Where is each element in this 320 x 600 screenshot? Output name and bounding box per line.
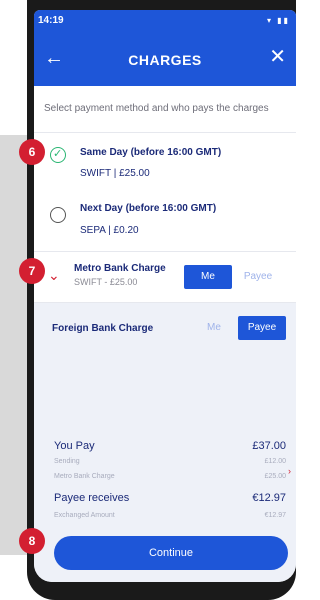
status-bar: 14:19 ▾ ▮▮ (34, 10, 296, 34)
side-indicator-icon: › (288, 466, 291, 476)
annotation-badge-6: 6 (19, 139, 45, 165)
metro-bank-charge-row: ⌄ Metro Bank Charge SWIFT - £25.00 Me Pa… (34, 252, 296, 303)
method-subtitle: SEPA | £0.20 (80, 225, 139, 236)
method-title: Same Day (before 16:00 GMT) (80, 147, 222, 158)
payment-method-list: Same Day (before 16:00 GMT) SWIFT | £25.… (34, 133, 296, 252)
charge-title: Foreign Bank Charge (52, 323, 154, 334)
phone-screen: 14:19 ▾ ▮▮ ← CHARGES ✕ Select payment me… (34, 10, 296, 582)
metro-charge-label: Metro Bank Charge (54, 473, 115, 480)
method-subtitle: SWIFT | £25.00 (80, 168, 150, 179)
you-pay-label: You Pay (54, 440, 95, 452)
chevron-down-icon[interactable]: ⌄ (48, 267, 60, 284)
exchanged-amount-label: Exchanged Amount (54, 512, 115, 519)
payee-toggle-button[interactable]: Payee (234, 265, 282, 289)
app-bar: ← CHARGES ✕ (34, 34, 296, 86)
status-time: 14:19 (38, 15, 64, 26)
payee-receives-value: €12.97 (252, 492, 286, 504)
sending-label: Sending (54, 458, 80, 465)
annotation-badge-8: 8 (19, 528, 45, 554)
annotation-badge-7: 7 (19, 258, 45, 284)
metro-charge-value: £25.00 (264, 473, 286, 480)
method-title: Next Day (before 16:00 GMT) (80, 203, 217, 214)
continue-button[interactable]: Continue (54, 536, 288, 570)
close-icon[interactable]: ✕ (269, 47, 286, 67)
exchanged-amount-value: €12.97 (264, 512, 286, 519)
instruction-text: Select payment method and who pays the c… (44, 103, 269, 114)
status-icons: ▾ ▮▮ (266, 16, 290, 25)
charge-title: Metro Bank Charge (74, 263, 166, 274)
you-pay-value: £37.00 (252, 440, 286, 452)
payee-toggle-button[interactable]: Payee (238, 316, 286, 340)
instruction-bar: Select payment method and who pays the c… (34, 86, 296, 133)
foreign-bank-charge-row: Foreign Bank Charge Me Payee (34, 303, 296, 353)
radio-unchecked-icon[interactable] (50, 207, 66, 223)
radio-checked-icon[interactable] (50, 147, 66, 163)
sending-value: £12.00 (264, 458, 286, 465)
charge-subtitle: SWIFT - £25.00 (74, 277, 138, 287)
payee-receives-label: Payee receives (54, 492, 130, 504)
me-toggle-button[interactable]: Me (196, 316, 232, 340)
me-toggle-button[interactable]: Me (184, 265, 232, 289)
page-title: CHARGES (128, 52, 202, 68)
